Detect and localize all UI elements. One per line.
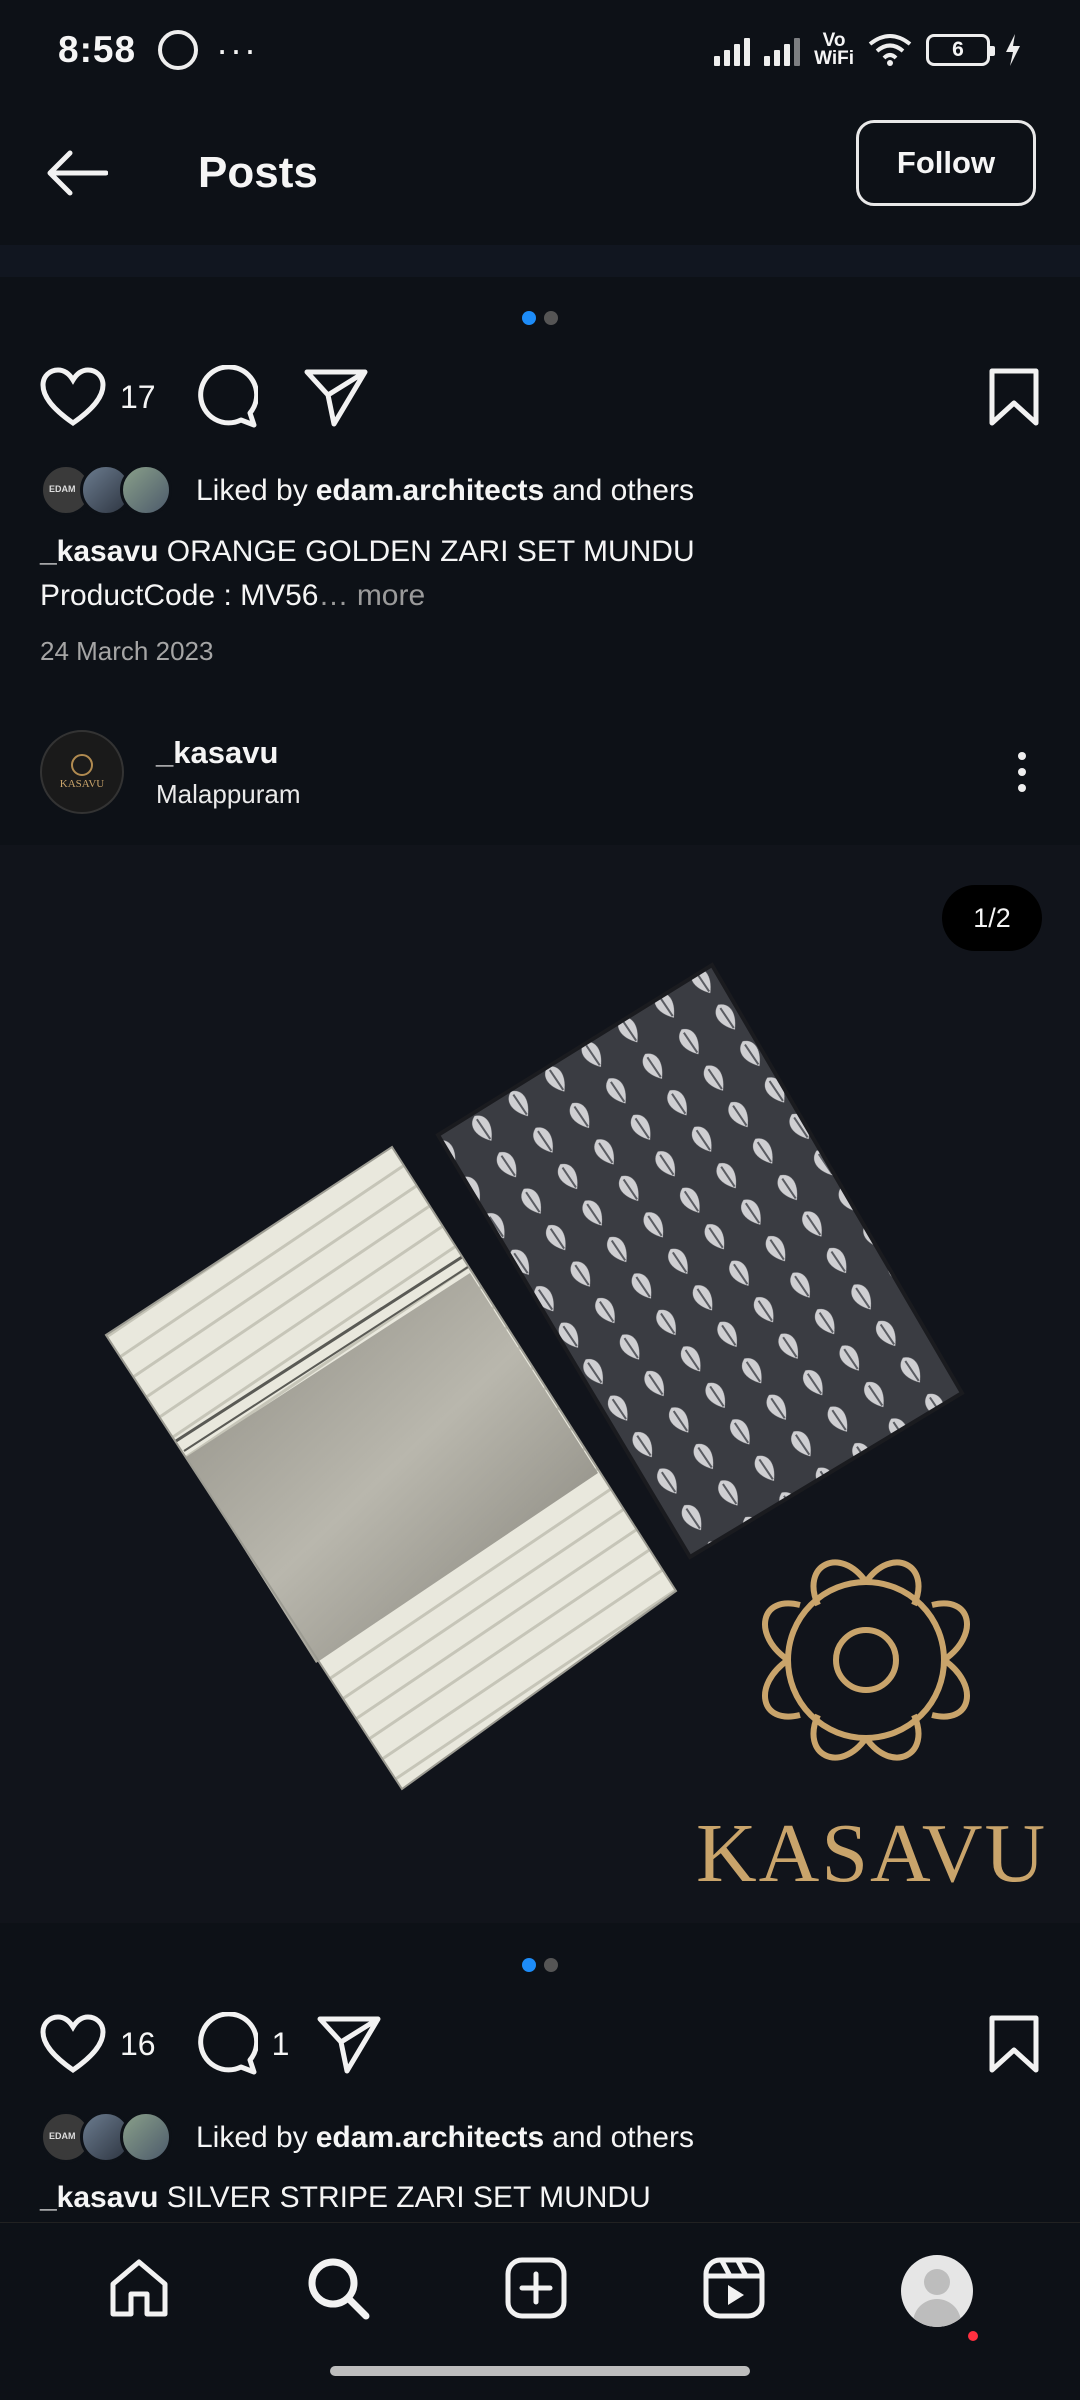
post-date: 24 March 2023 <box>40 636 214 666</box>
liked-by-user[interactable]: edam.architects <box>316 474 544 508</box>
like-count[interactable]: 17 <box>120 379 156 416</box>
wifi-icon <box>868 34 912 66</box>
avatar <box>120 2111 172 2163</box>
liked-by-prefix: Liked by <box>196 474 308 507</box>
post-header: KASAVU _kasavu Malappuram <box>40 722 1040 822</box>
nav-home[interactable] <box>107 2256 171 2325</box>
post-image[interactable]: 1/2 KASAVU <box>0 845 1080 1923</box>
nav-create[interactable] <box>504 2256 568 2325</box>
caption-text: SILVER STRIPE ZARI SET MUNDU <box>166 2181 651 2214</box>
share-icon <box>317 2016 381 2074</box>
heart-icon <box>40 2014 106 2074</box>
more-notifications-icon: ··· <box>216 29 259 70</box>
liked-by[interactable]: Liked by edam.architects and others <box>40 464 694 518</box>
carousel-indicator <box>0 1958 1080 1972</box>
notification-dot <box>968 2331 978 2341</box>
post-actions: 17 <box>40 357 1040 437</box>
comment-icon <box>197 2012 258 2075</box>
liked-by[interactable]: Liked by edam.architects and others <box>40 2111 694 2165</box>
vowifi-label: Vo WiFi <box>814 30 854 69</box>
comment-button[interactable] <box>194 2012 258 2076</box>
more-options-button[interactable] <box>1018 752 1026 792</box>
follow-button[interactable]: Follow <box>856 119 1036 206</box>
whatsapp-icon <box>158 30 199 70</box>
search-icon <box>308 2258 370 2320</box>
liked-by-prefix: Liked by <box>196 2121 308 2154</box>
status-time: 8:58 <box>58 29 137 70</box>
comment-count[interactable]: 1 <box>272 2026 290 2063</box>
like-button[interactable] <box>40 2014 106 2074</box>
create-icon <box>505 2257 567 2319</box>
avatar[interactable]: KASAVU <box>40 730 124 814</box>
reels-icon <box>703 2257 765 2319</box>
posts-header: Posts Follow <box>0 100 1080 245</box>
nav-profile[interactable] <box>900 2254 973 2327</box>
liked-by-user[interactable]: edam.architects <box>316 2121 544 2155</box>
bookmark-button[interactable] <box>988 2014 1040 2074</box>
avatar <box>120 464 172 516</box>
caption-text: ORANGE GOLDEN ZARI SET MUNDU <box>166 535 695 568</box>
brand-logo-text: KASAVU <box>696 1807 1048 1900</box>
bookmark-icon <box>989 2015 1039 2073</box>
brand-ornament-icon <box>762 1559 970 1761</box>
liked-by-suffix: and others <box>552 474 694 507</box>
share-icon <box>304 369 368 427</box>
like-count[interactable]: 16 <box>120 2026 156 2063</box>
liked-by-suffix: and others <box>552 2121 694 2154</box>
nav-search[interactable] <box>306 2256 370 2325</box>
home-icon <box>110 2259 168 2317</box>
charging-icon <box>1006 34 1020 66</box>
post-username[interactable]: _kasavu <box>156 735 301 771</box>
more-icon <box>1018 752 1026 760</box>
comment-button[interactable] <box>194 365 258 429</box>
previous-post-image-edge <box>0 245 1080 277</box>
like-button[interactable] <box>40 367 106 427</box>
more-link[interactable]: … more <box>318 579 425 612</box>
liker-avatars <box>40 464 176 518</box>
post-caption: _kasavu ORANGE GOLDEN ZARI SET MUNDU Pro… <box>40 530 1040 618</box>
post-caption: _kasavu SILVER STRIPE ZARI SET MUNDU <box>40 2176 1040 2220</box>
caption-username[interactable]: _kasavu <box>40 535 158 568</box>
carousel-indicator <box>0 311 1080 325</box>
signal-icon <box>714 34 751 66</box>
battery-icon: 6 <box>926 34 995 66</box>
image-counter: 1/2 <box>942 885 1042 951</box>
caption-username[interactable]: _kasavu <box>40 2181 158 2214</box>
share-button[interactable] <box>317 2014 381 2074</box>
page-title: Posts <box>198 147 318 197</box>
post-actions: 16 1 <box>40 2004 1040 2084</box>
back-button[interactable] <box>44 148 110 198</box>
home-indicator[interactable] <box>330 2366 750 2376</box>
signal-icon-2 <box>764 34 801 66</box>
caption-text-2: ProductCode : MV56 <box>40 579 319 612</box>
status-bar: 8:58 ··· Vo WiFi 6 <box>0 0 1080 100</box>
avatar-brand-text: KASAVU <box>59 778 105 790</box>
logo-ornament-icon <box>71 754 93 776</box>
product-image <box>104 962 970 1791</box>
liker-avatars <box>40 2111 176 2165</box>
back-arrow-icon <box>47 150 108 195</box>
bookmark-button[interactable] <box>988 367 1040 427</box>
heart-icon <box>40 367 106 427</box>
bookmark-icon <box>989 368 1039 426</box>
comment-icon <box>197 365 258 428</box>
share-button[interactable] <box>304 367 368 427</box>
nav-reels[interactable] <box>702 2256 766 2325</box>
post-location[interactable]: Malappuram <box>156 779 301 810</box>
